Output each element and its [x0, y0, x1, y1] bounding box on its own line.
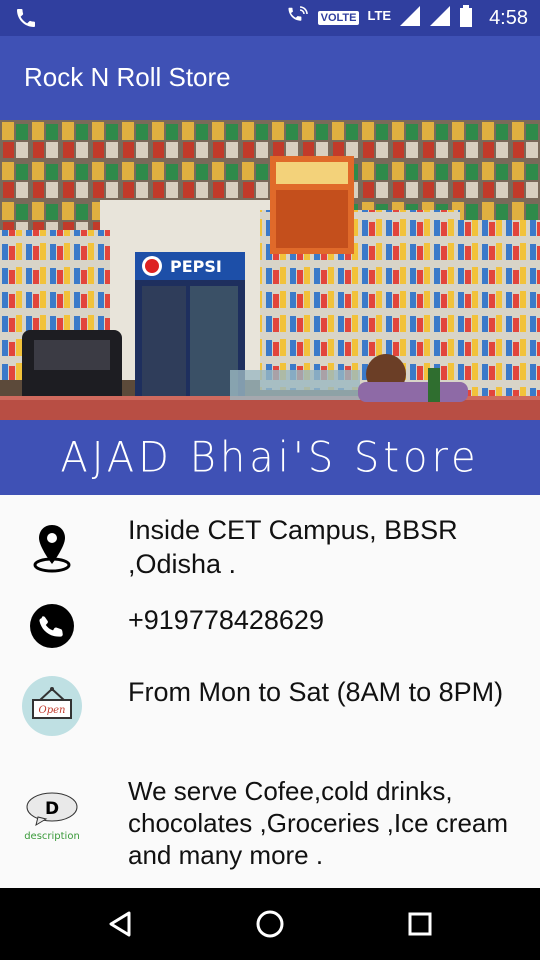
- svg-text:PEPSI: PEPSI: [170, 257, 222, 276]
- description-row: D description We serve Cofee,cold drinks…: [0, 775, 540, 875]
- phone-icon: [20, 603, 84, 649]
- location-pin-icon: [20, 523, 84, 573]
- recents-square-icon: [408, 912, 432, 936]
- app-title: Rock N Roll Store: [24, 62, 231, 92]
- store-banner-image: PEPSI: [0, 120, 540, 420]
- status-time: 4:58: [489, 6, 528, 29]
- wifi-calling-icon: [286, 5, 310, 32]
- status-bar: VOLTE LTE 4:58: [0, 0, 540, 36]
- description-icon: D description: [20, 791, 84, 843]
- opening-hours: From Mon to Sat (8AM to 8PM): [128, 677, 504, 707]
- signal-icon-2: [429, 5, 451, 32]
- volte-badge: VOLTE: [317, 11, 360, 25]
- battery-icon: [459, 4, 473, 32]
- signal-icon: [399, 5, 421, 32]
- back-button[interactable]: [100, 906, 140, 942]
- phone-row[interactable]: +919778428629: [0, 603, 540, 648]
- home-button[interactable]: [250, 906, 290, 942]
- address-row: Inside CET Campus, BBSR ,Odisha .: [0, 513, 540, 591]
- app-bar: Rock N Roll Store: [0, 36, 540, 120]
- phone-number[interactable]: +919778428629: [128, 603, 526, 637]
- description-text: We serve Cofee,cold drinks, chocolates ,…: [128, 776, 509, 870]
- open-sign-text: Open: [39, 705, 66, 716]
- store-name-banner: AJAD Bhai'S Store: [0, 420, 540, 495]
- description-icon-letter: D: [45, 799, 59, 819]
- description-icon-caption: description: [24, 831, 80, 842]
- back-triangle-icon: [109, 911, 131, 937]
- navigation-bar: [0, 888, 540, 960]
- phone-call-icon: [14, 6, 38, 35]
- store-info-list: Inside CET Campus, BBSR ,Odisha . +91977…: [0, 495, 540, 888]
- open-sign-icon: Open: [20, 675, 84, 737]
- home-circle-icon: [256, 910, 284, 938]
- lte-indicator: LTE: [367, 7, 392, 23]
- recents-button[interactable]: [400, 906, 440, 942]
- address-text: Inside CET Campus, BBSR ,Odisha .: [128, 515, 458, 579]
- hours-row: Open From Mon to Sat (8AM to 8PM): [0, 675, 540, 753]
- store-name: AJAD Bhai'S Store: [60, 433, 480, 482]
